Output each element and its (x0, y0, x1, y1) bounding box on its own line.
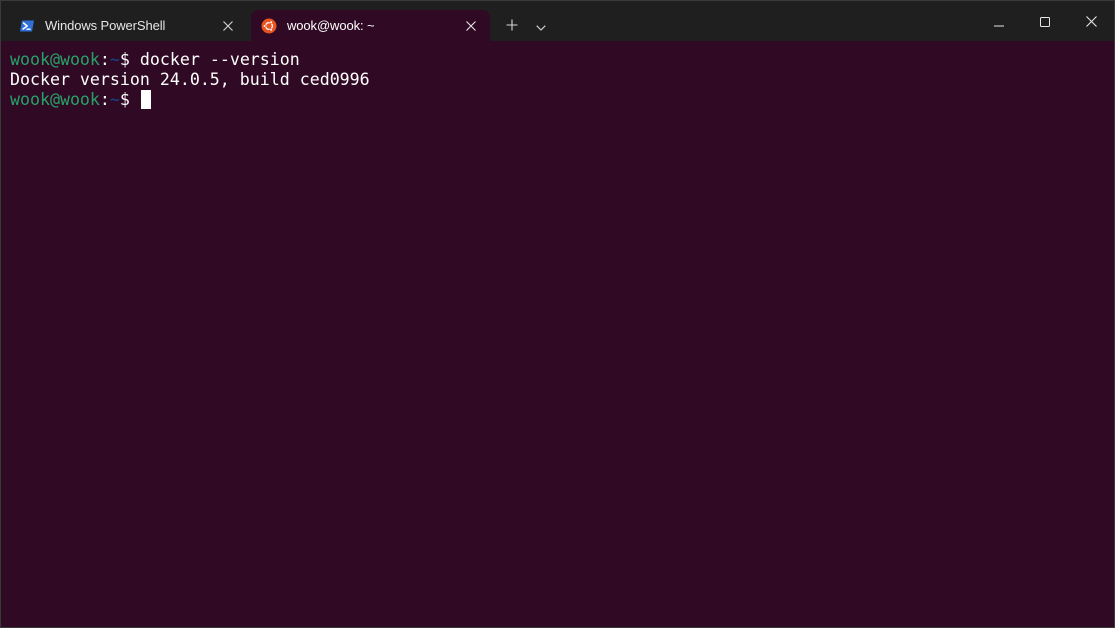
minimize-icon (994, 12, 1004, 31)
title-bar[interactable]: Windows PowerShell wook@wook: ~ (1, 1, 1114, 41)
terminal-pane[interactable]: wook@wook:~$ docker --version Docker ver… (1, 41, 1114, 627)
chevron-down-icon (536, 16, 546, 35)
plus-icon (506, 16, 518, 35)
minimize-button[interactable] (976, 1, 1022, 41)
close-window-button[interactable] (1068, 1, 1114, 41)
close-tab-icon[interactable] (460, 15, 482, 37)
tab-title: wook@wook: ~ (287, 18, 375, 33)
maximize-icon (1040, 12, 1050, 31)
powershell-icon (19, 18, 35, 34)
prompt-dollar: $ (119, 90, 130, 109)
prompt-user-host: wook@wook (10, 50, 100, 69)
maximize-button[interactable] (1022, 1, 1068, 41)
tab-dropdown-button[interactable] (528, 10, 554, 41)
new-tab-button[interactable] (498, 10, 526, 41)
tab-ubuntu[interactable]: wook@wook: ~ (251, 10, 490, 41)
text-cursor (140, 90, 151, 109)
terminal-line: Docker version 24.0.5, build ced0996 (10, 70, 1114, 90)
command-text: docker --version (129, 50, 300, 69)
prompt-dollar: $ (119, 50, 130, 69)
prompt-user-host: wook@wook (10, 90, 100, 109)
tab-title: Windows PowerShell (45, 18, 166, 33)
prompt-colon: : (99, 50, 110, 69)
tab-windows-powershell[interactable]: Windows PowerShell (9, 10, 247, 41)
terminal-line: wook@wook:~$ docker --version (10, 50, 1114, 70)
prompt-path: ~ (109, 90, 120, 109)
terminal-window: Windows PowerShell wook@wook: ~ wook@woo… (0, 0, 1115, 628)
terminal-line: wook@wook:~$ (10, 90, 1114, 110)
command-text (130, 90, 140, 109)
close-icon (1085, 12, 1097, 31)
prompt-path: ~ (109, 50, 120, 69)
output-text: Docker version 24.0.5, build ced0996 (10, 70, 370, 89)
prompt-colon: : (99, 90, 110, 109)
ubuntu-icon (261, 18, 277, 34)
close-tab-icon[interactable] (217, 15, 239, 37)
